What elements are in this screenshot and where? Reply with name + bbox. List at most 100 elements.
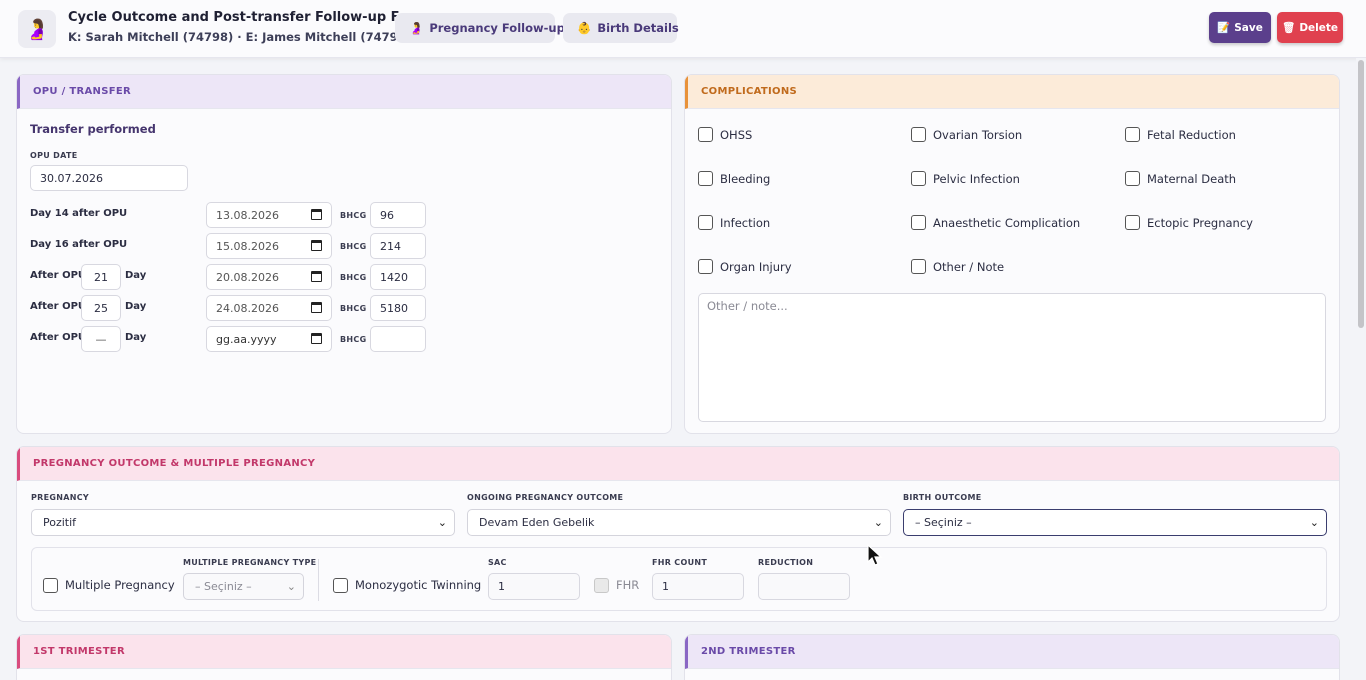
maternal-death-label: Maternal Death: [1147, 172, 1237, 186]
calendar-icon[interactable]: [311, 240, 322, 251]
ohss-label: OHSS: [720, 128, 753, 142]
infection-checkbox[interactable]: [698, 215, 713, 230]
save-button[interactable]: 📝 Save: [1209, 12, 1271, 43]
ohss-checkbox[interactable]: [698, 127, 713, 142]
calendar-icon[interactable]: [311, 333, 322, 344]
after-opu-day-input[interactable]: 25: [81, 295, 121, 321]
birth-outcome-label: BIRTH OUTCOME: [903, 493, 982, 502]
bhcg-label: BHCG: [340, 273, 367, 282]
select-value: – Seçiniz –: [915, 516, 972, 529]
tab-label: Birth Details: [597, 21, 679, 35]
day-label: Day: [125, 301, 147, 312]
day16-date-input[interactable]: 15.08.2026: [206, 233, 332, 259]
after-opu-day-input[interactable]: —: [81, 326, 121, 352]
after-opu-date-input[interactable]: 20.08.2026: [206, 264, 332, 290]
multiple-pregnancy-checkbox[interactable]: [43, 578, 58, 593]
day14-bhcg-input[interactable]: 96: [370, 202, 426, 228]
bleeding-checkbox[interactable]: [698, 171, 713, 186]
baby-icon: 👶: [577, 21, 592, 35]
after-opu-label: After OPU: [30, 332, 87, 343]
other-note-textarea[interactable]: Other / note...: [698, 293, 1326, 422]
tab-birth-details[interactable]: 👶 Birth Details: [563, 13, 679, 43]
bhcg-label: BHCG: [340, 211, 367, 220]
fhr-checkbox[interactable]: [594, 578, 609, 593]
multiple-type-label: MULTIPLE PREGNANCY TYPE: [183, 558, 317, 567]
scrollbar-thumb[interactable]: [1358, 60, 1364, 328]
pregnancy-select[interactable]: Pozitif ⌄: [31, 509, 455, 536]
after-opu-bhcg-input[interactable]: 1420: [370, 264, 426, 290]
organ-injury-label: Organ Injury: [720, 260, 792, 274]
ectopic-pregnancy-checkbox[interactable]: [1125, 215, 1140, 230]
fhr-label: FHR: [616, 578, 640, 592]
pelvic-infection-checkbox[interactable]: [911, 171, 926, 186]
select-value: – Seçiniz –: [195, 580, 252, 593]
ongoing-outcome-label: ONGOING PREGNANCY OUTCOME: [467, 493, 624, 502]
opu-transfer-card: OPU / TRANSFER Transfer performed OPU DA…: [16, 74, 672, 434]
opu-date-label: OPU DATE: [30, 151, 78, 160]
after-opu-label: After OPU: [30, 301, 87, 312]
ongoing-outcome-select[interactable]: Devam Eden Gebelik ⌄: [467, 509, 891, 536]
after-opu-bhcg-input[interactable]: [370, 326, 426, 352]
patient-subtitle: K: Sarah Mitchell (74798) · E: James Mit…: [68, 30, 411, 44]
organ-injury-checkbox[interactable]: [698, 259, 713, 274]
multiple-pregnancy-label: Multiple Pregnancy: [65, 578, 175, 592]
sac-input[interactable]: 1: [488, 573, 580, 600]
select-value: Devam Eden Gebelik: [479, 516, 595, 529]
ovarian-torsion-label: Ovarian Torsion: [933, 128, 1023, 142]
reduction-input[interactable]: [758, 573, 850, 600]
chevron-down-icon: ⌄: [286, 580, 296, 593]
day16-label: Day 16 after OPU: [30, 239, 128, 250]
bhcg-label: BHCG: [340, 335, 367, 344]
opu-date-input[interactable]: 30.07.2026: [30, 165, 188, 191]
date-value: 13.08.2026: [216, 208, 279, 222]
first-trimester-card: 1ST TRIMESTER: [16, 634, 672, 680]
tab-pregnancy-follow-up[interactable]: 🤰 Pregnancy Follow-up: [395, 13, 565, 43]
opu-transfer-header: OPU / TRANSFER: [17, 75, 671, 109]
transfer-performed-label: Transfer performed: [30, 122, 156, 136]
birth-outcome-select[interactable]: – Seçiniz – ⌄: [903, 509, 1327, 536]
multiple-type-select[interactable]: – Seçiniz – ⌄: [183, 573, 304, 600]
calendar-icon[interactable]: [311, 209, 322, 220]
sac-label: SAC: [488, 558, 507, 567]
pelvic-infection-label: Pelvic Infection: [933, 172, 1020, 186]
maternal-death-checkbox[interactable]: [1125, 171, 1140, 186]
bhcg-label: BHCG: [340, 304, 367, 313]
day14-date-input[interactable]: 13.08.2026: [206, 202, 332, 228]
date-value: 24.08.2026: [216, 301, 279, 315]
chevron-down-icon: ⌄: [437, 516, 447, 529]
calendar-icon[interactable]: [311, 271, 322, 282]
reduction-label: REDUCTION: [758, 558, 814, 567]
fetal-reduction-checkbox[interactable]: [1125, 127, 1140, 142]
complications-card: COMPLICATIONS OHSS Ovarian Torsion Fetal…: [684, 74, 1340, 434]
delete-button[interactable]: 🗑 Delete: [1277, 12, 1343, 43]
other-note-checkbox[interactable]: [911, 259, 926, 274]
ectopic-pregnancy-label: Ectopic Pregnancy: [1147, 216, 1253, 230]
first-trimester-header: 1ST TRIMESTER: [17, 635, 671, 669]
fhr-count-input[interactable]: 1: [652, 573, 744, 600]
mouse-cursor-icon: [867, 544, 883, 566]
ovarian-torsion-checkbox[interactable]: [911, 127, 926, 142]
after-opu-date-input[interactable]: gg.aa.yyyy: [206, 326, 332, 352]
after-opu-label: After OPU: [30, 270, 87, 281]
chevron-down-icon: ⌄: [873, 516, 883, 529]
calendar-icon[interactable]: [311, 302, 322, 313]
monozygotic-checkbox[interactable]: [333, 578, 348, 593]
second-trimester-card: 2ND TRIMESTER: [684, 634, 1340, 680]
top-bar: 🤰 Cycle Outcome and Post-transfer Follow…: [0, 0, 1366, 58]
trash-icon: 🗑: [1281, 22, 1296, 34]
date-value: 20.08.2026: [216, 270, 279, 284]
after-opu-bhcg-input[interactable]: 5180: [370, 295, 426, 321]
save-label: Save: [1234, 21, 1263, 34]
date-placeholder: gg.aa.yyyy: [216, 332, 277, 346]
day-label: Day: [125, 332, 147, 343]
after-opu-date-input[interactable]: 24.08.2026: [206, 295, 332, 321]
date-value: 15.08.2026: [216, 239, 279, 253]
day16-bhcg-input[interactable]: 214: [370, 233, 426, 259]
anaesthetic-complication-checkbox[interactable]: [911, 215, 926, 230]
pregnancy-outcome-card: PREGNANCY OUTCOME & MULTIPLE PREGNANCY P…: [16, 446, 1340, 622]
monozygotic-label: Monozygotic Twinning: [355, 578, 482, 592]
after-opu-day-input[interactable]: 21: [81, 264, 121, 290]
tab-label: Pregnancy Follow-up: [429, 21, 565, 35]
pregnancy-outcome-header: PREGNANCY OUTCOME & MULTIPLE PREGNANCY: [17, 447, 1339, 481]
divider: [318, 559, 319, 601]
